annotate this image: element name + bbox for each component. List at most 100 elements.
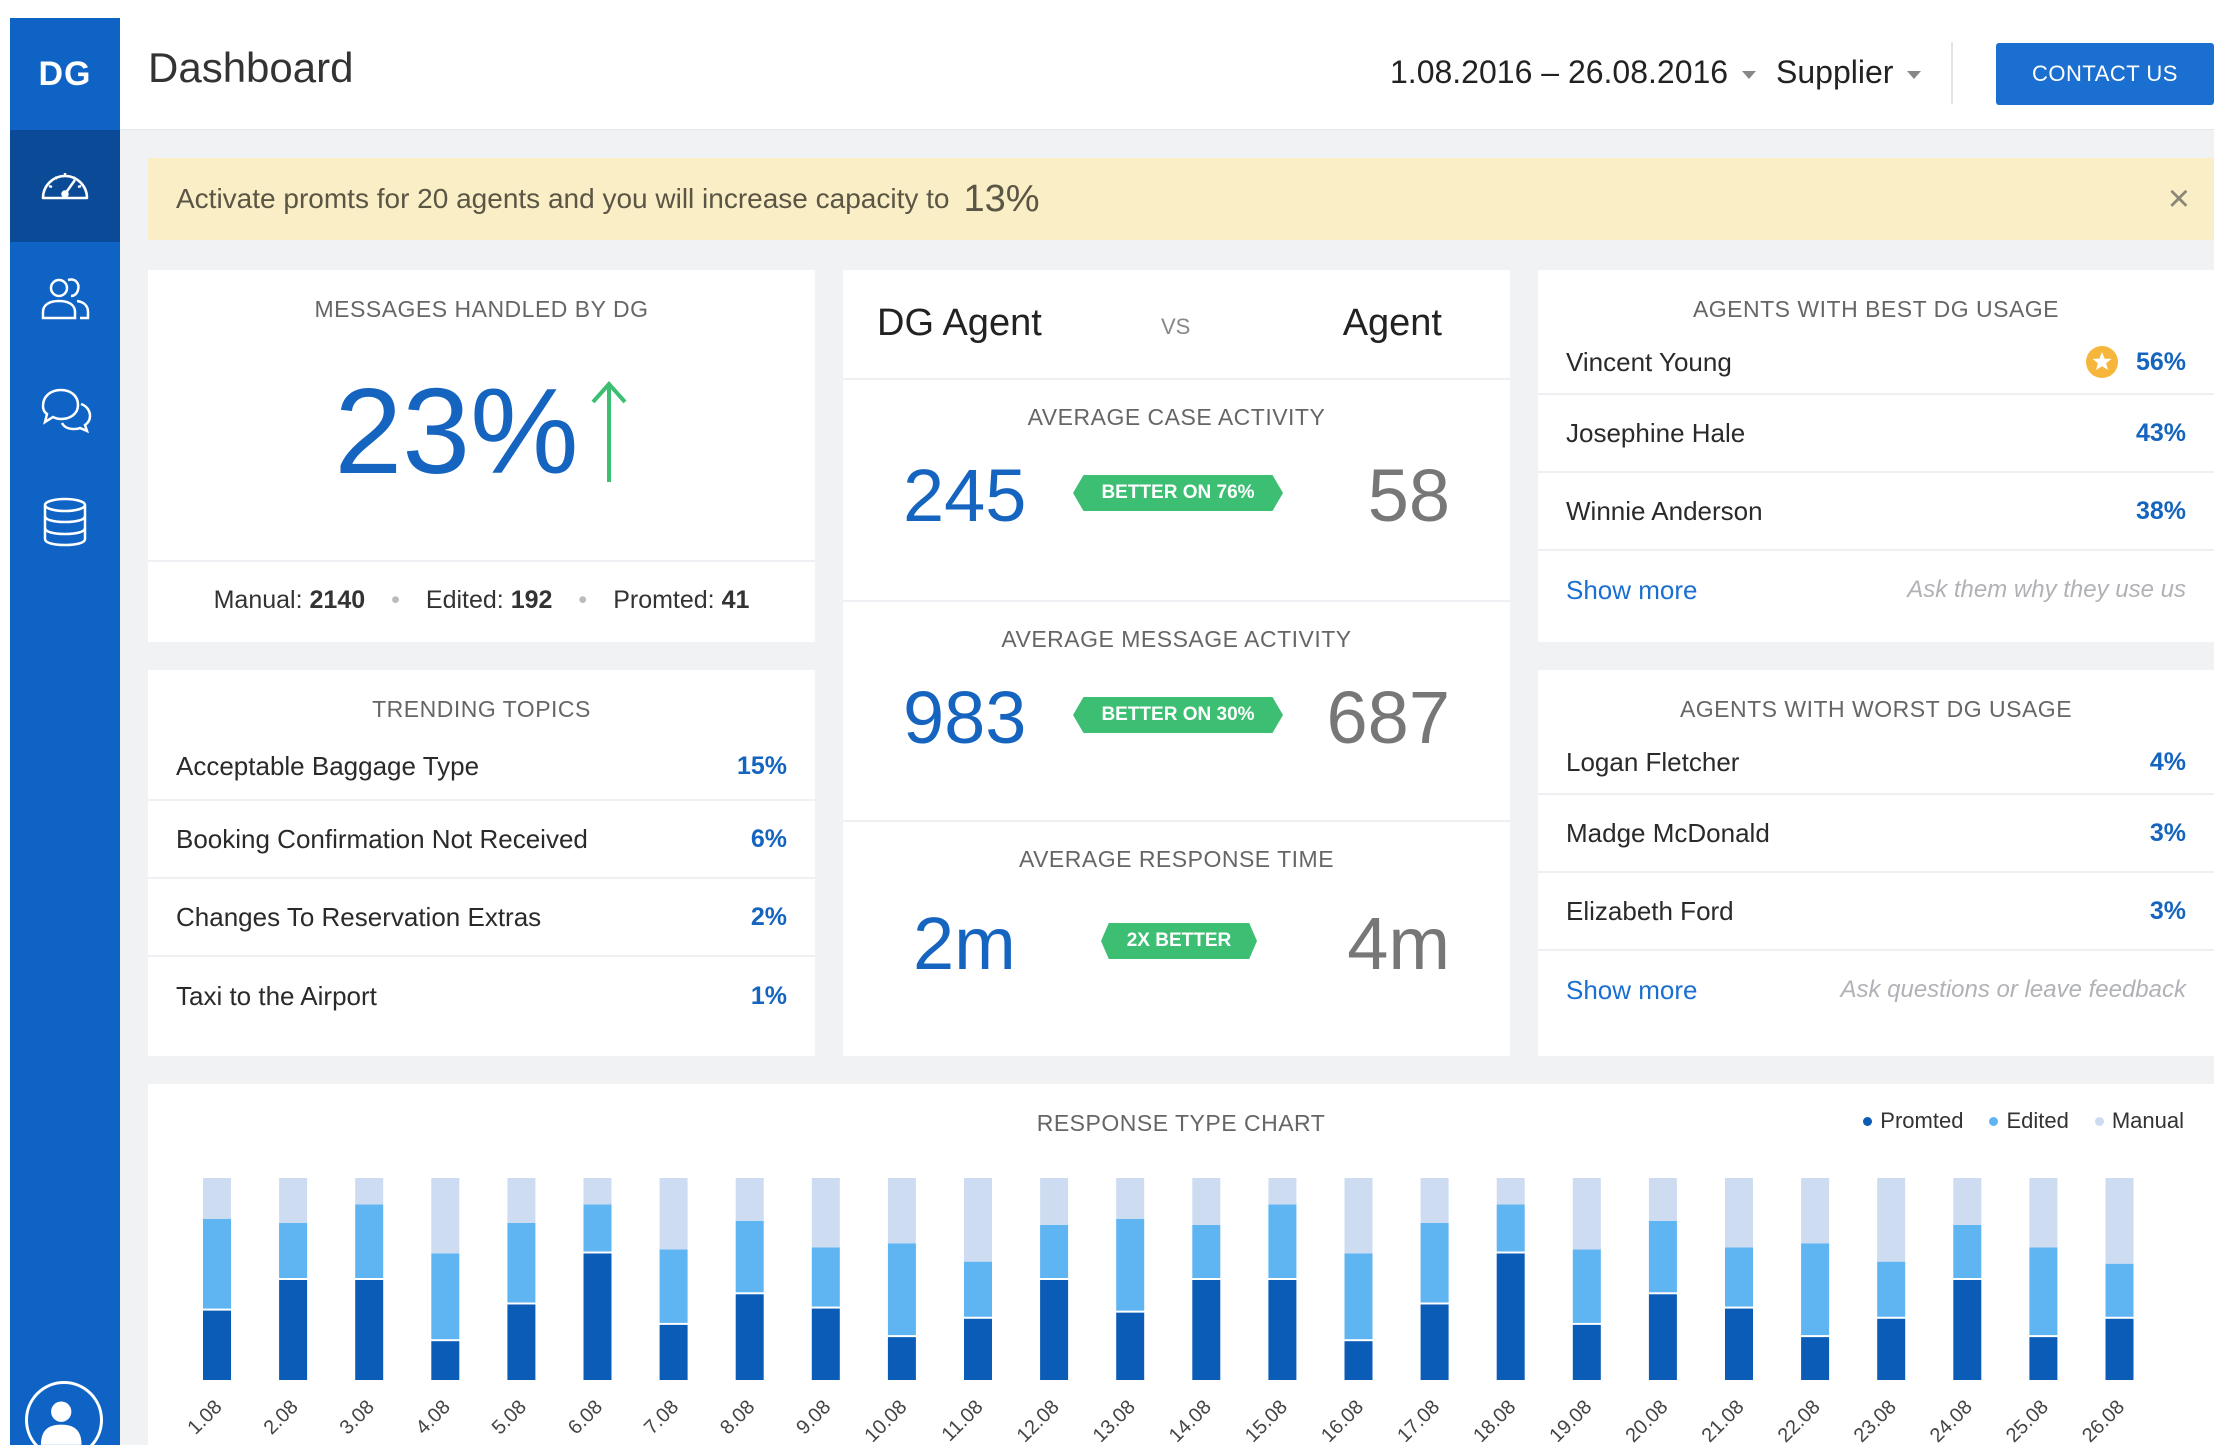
bar-edited-22.08 bbox=[1801, 1243, 1830, 1336]
x-tick-label: 1.08 bbox=[183, 1396, 226, 1439]
bar-manual-16.08 bbox=[1344, 1178, 1373, 1254]
agent-row[interactable]: Winnie Anderson 38% bbox=[1538, 473, 2214, 551]
supplier-dropdown[interactable]: Supplier bbox=[1776, 54, 1922, 91]
metric-title: AVERAGE CASE ACTIVITY bbox=[1027, 404, 1326, 430]
x-tick-label: 23.08 bbox=[1850, 1396, 1901, 1445]
bar-edited-14.08 bbox=[1192, 1224, 1221, 1278]
x-tick-label: 8.08 bbox=[716, 1396, 759, 1439]
bar-edited-17.08 bbox=[1420, 1222, 1449, 1303]
x-tick-label: 17.08 bbox=[1393, 1396, 1444, 1445]
bar-edited-16.08 bbox=[1344, 1253, 1373, 1340]
date-range-dropdown[interactable]: 1.08.2016 – 26.08.2016 bbox=[1390, 54, 1757, 91]
nav-messages[interactable] bbox=[10, 354, 120, 466]
bar-edited-23.08 bbox=[1877, 1261, 1906, 1317]
bar-edited-13.08 bbox=[1116, 1218, 1145, 1311]
bar-promted-17.08 bbox=[1420, 1304, 1449, 1380]
dg-vs-agent-card: DG Agent VS Agent AVERAGE CASE ACTIVITY … bbox=[843, 270, 1510, 1056]
bar-manual-17.08 bbox=[1420, 1178, 1449, 1223]
bar-manual-20.08 bbox=[1648, 1178, 1677, 1221]
x-tick-label: 26.08 bbox=[2078, 1396, 2129, 1445]
bar-manual-15.08 bbox=[1268, 1178, 1297, 1205]
promted-stat: Promted: 41 bbox=[613, 586, 749, 615]
agent-row[interactable]: Josephine Hale 43% bbox=[1538, 395, 2214, 473]
header-divider bbox=[1951, 42, 1953, 104]
trending-topics-card: TRENDING TOPICS Acceptable Baggage Type 1… bbox=[148, 670, 815, 1056]
agent-row[interactable]: Elizabeth Ford 3% bbox=[1538, 873, 2214, 951]
topic-percent: 6% bbox=[750, 824, 787, 853]
topic-label: Changes To Reservation Extras bbox=[176, 901, 542, 932]
compare-header: DG Agent VS Agent bbox=[843, 270, 1510, 380]
contact-us-button[interactable]: CONTACT US bbox=[1996, 43, 2214, 105]
x-tick-label: 22.08 bbox=[1774, 1396, 1825, 1445]
topic-percent: 15% bbox=[736, 751, 787, 780]
bar-edited-24.08 bbox=[1953, 1224, 1982, 1278]
card-title: AGENTS WITH BEST DG USAGE bbox=[1692, 296, 2060, 322]
topic-label: Acceptable Baggage Type bbox=[176, 750, 480, 781]
manual-value: 2140 bbox=[309, 586, 366, 614]
bar-promted-3.08 bbox=[355, 1280, 384, 1380]
bar-promted-4.08 bbox=[431, 1341, 460, 1380]
feedback-link[interactable]: Ask questions or leave feedback bbox=[1840, 976, 2186, 1004]
app-frame: DG Dashboard 1.08.2016 – 26.08.2016 Supp… bbox=[10, 18, 2214, 1445]
worst-usage-card: AGENTS WITH WORST DG USAGE Logan Fletche… bbox=[1538, 670, 2214, 1056]
x-tick-label: 12.08 bbox=[1013, 1396, 1064, 1445]
x-tick-label: 4.08 bbox=[412, 1396, 455, 1439]
bar-promted-5.08 bbox=[507, 1304, 536, 1380]
agent-value: 58 bbox=[1367, 454, 1450, 537]
x-tick-label: 14.08 bbox=[1165, 1396, 1216, 1445]
agent-row[interactable]: Madge McDonald 3% bbox=[1538, 795, 2214, 873]
agent-name: Winnie Anderson bbox=[1566, 495, 1763, 526]
agent-row[interactable]: Vincent Young 56% bbox=[1538, 331, 2214, 395]
messages-breakdown: Manual: 2140 • Edited: 192 • Promted: 41 bbox=[148, 586, 815, 615]
x-tick-label: 7.08 bbox=[640, 1396, 683, 1439]
bar-promted-25.08 bbox=[2029, 1337, 2058, 1380]
topic-percent: 1% bbox=[750, 981, 787, 1010]
bar-manual-1.08 bbox=[203, 1178, 231, 1219]
manual-label: Manual: bbox=[213, 586, 303, 614]
metric-title: AVERAGE RESPONSE TIME bbox=[1018, 846, 1335, 872]
topic-row[interactable]: Acceptable Baggage Type 15% bbox=[148, 733, 815, 801]
bar-edited-11.08 bbox=[964, 1261, 992, 1317]
x-tick-label: 10.08 bbox=[860, 1396, 911, 1445]
nav-data[interactable] bbox=[10, 466, 120, 578]
user-avatar-icon bbox=[40, 1401, 82, 1445]
bar-promted-19.08 bbox=[1572, 1324, 1601, 1380]
badge: BETTER ON 76% bbox=[1073, 475, 1283, 511]
metric-response-time: AVERAGE RESPONSE TIME 2m 2X BETTER 4m bbox=[843, 822, 1510, 1040]
bar-edited-3.08 bbox=[355, 1204, 384, 1278]
messages-percent: 23% bbox=[334, 363, 579, 499]
close-icon[interactable]: × bbox=[2168, 178, 2190, 221]
x-tick-label: 6.08 bbox=[564, 1396, 607, 1439]
sidebar: DG bbox=[10, 18, 120, 1445]
x-tick-label: 2.08 bbox=[260, 1396, 303, 1439]
bar-manual-6.08 bbox=[583, 1178, 612, 1205]
bar-manual-11.08 bbox=[964, 1178, 992, 1262]
show-more-link[interactable]: Show more bbox=[1566, 975, 1698, 1006]
nav-agents[interactable] bbox=[10, 242, 120, 354]
profile-button[interactable] bbox=[25, 1381, 103, 1445]
topic-row[interactable]: Booking Confirmation Not Received 6% bbox=[148, 801, 815, 879]
topic-row[interactable]: Taxi to the Airport 1% bbox=[148, 957, 815, 1035]
topic-row[interactable]: Changes To Reservation Extras 2% bbox=[148, 879, 815, 957]
nav-dashboard[interactable] bbox=[10, 130, 120, 242]
banner-value: 13% bbox=[963, 177, 1040, 220]
agent-value: 4m bbox=[1347, 902, 1450, 985]
feedback-link[interactable]: Ask them why they use us bbox=[1907, 576, 2186, 604]
x-tick-label: 15.08 bbox=[1241, 1396, 1292, 1445]
bar-manual-4.08 bbox=[431, 1178, 460, 1254]
dg-value: 983 bbox=[903, 676, 1027, 759]
agent-row[interactable]: Logan Fletcher 4% bbox=[1538, 731, 2214, 795]
bar-edited-4.08 bbox=[431, 1253, 460, 1340]
agent-percent: 43% bbox=[2135, 418, 2186, 447]
bar-manual-18.08 bbox=[1496, 1178, 1525, 1205]
bar-promted-11.08 bbox=[964, 1318, 992, 1380]
messages-handled-card: MESSAGES HANDLED BY DG 23% Manual: 2140 … bbox=[148, 270, 815, 642]
bar-manual-24.08 bbox=[1953, 1178, 1982, 1225]
bar-manual-14.08 bbox=[1192, 1178, 1221, 1225]
dg-agent-label: DG Agent bbox=[877, 302, 1042, 344]
show-more-link[interactable]: Show more bbox=[1566, 575, 1698, 606]
bar-edited-20.08 bbox=[1648, 1220, 1677, 1293]
bar-promted-23.08 bbox=[1877, 1318, 1906, 1380]
topic-percent: 2% bbox=[750, 902, 787, 931]
x-tick-label: 20.08 bbox=[1621, 1396, 1672, 1445]
